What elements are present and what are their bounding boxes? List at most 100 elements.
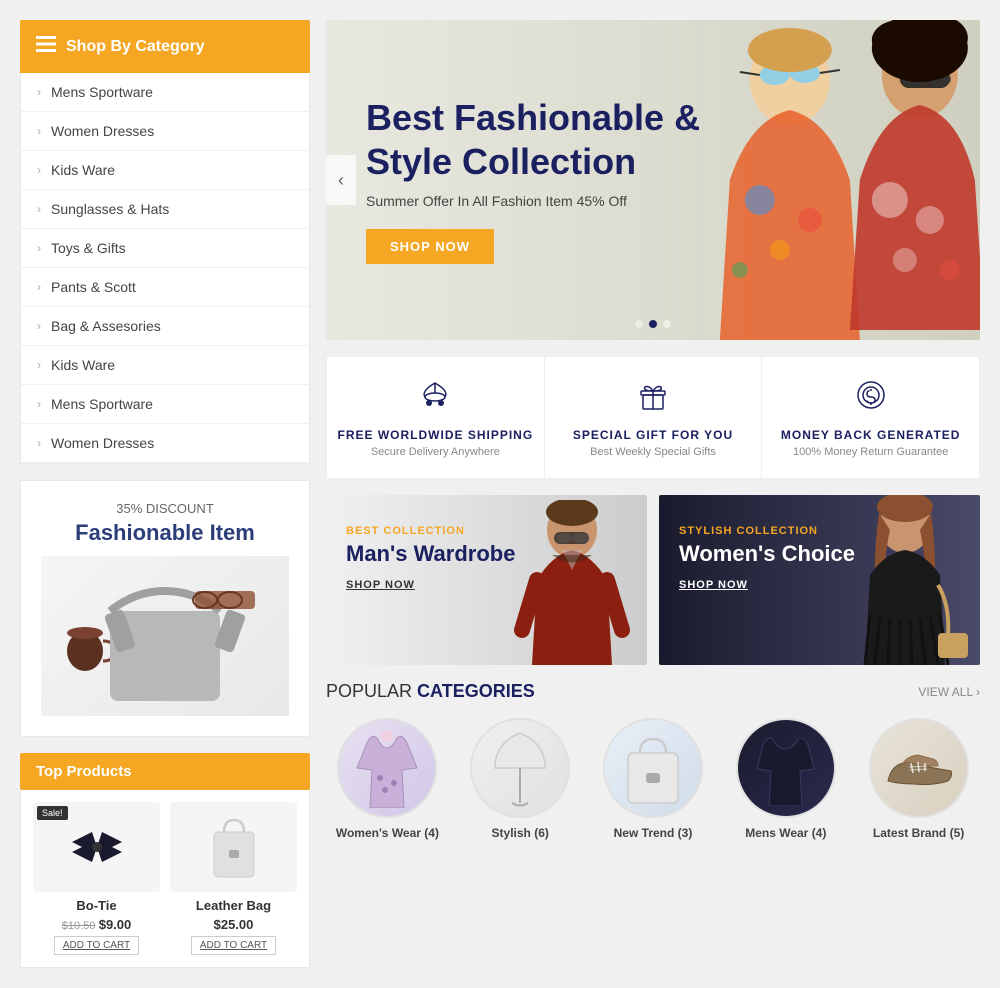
womens-wear-circle	[337, 718, 437, 818]
category-stylish[interactable]: Stylish (6)	[459, 718, 582, 840]
category-header-label: Shop By Category	[66, 38, 205, 56]
feature-shipping: FREE WORLDWIDE SHIPPING Secure Delivery …	[327, 357, 545, 478]
sidebar-item-label: Kids Ware	[51, 162, 115, 178]
gift-title: SPECIAL GIFT FOR YOU	[555, 428, 752, 442]
category-new-trend[interactable]: New Trend (3)	[592, 718, 715, 840]
latest-brand-label: Latest Brand (5)	[857, 826, 980, 840]
popular-header: POPULAR CATEGORIES VIEW ALL ›	[326, 681, 980, 702]
chevron-icon: ›	[37, 397, 41, 411]
banner-dots	[635, 320, 671, 328]
category-list: › Mens Sportware › Women Dresses › Kids …	[20, 73, 310, 464]
sidebar-item-label: Toys & Gifts	[51, 240, 126, 256]
add-to-cart-button-2[interactable]: ADD TO CART	[191, 936, 276, 955]
shipping-icon	[337, 377, 534, 420]
mens-model-image	[507, 500, 637, 665]
womens-shop-now-button[interactable]: SHOP NOW	[679, 579, 748, 591]
moneyback-icon	[772, 377, 969, 420]
category-womens-wear[interactable]: Women's Wear (4)	[326, 718, 449, 840]
features-row: FREE WORLDWIDE SHIPPING Secure Delivery …	[326, 356, 980, 479]
category-latest-brand[interactable]: Latest Brand (5)	[857, 718, 980, 840]
sidebar-item-women-dresses[interactable]: › Women Dresses	[21, 112, 309, 151]
shipping-title: FREE WORLDWIDE SHIPPING	[337, 428, 534, 442]
right-content: ‹ Best Fashionable &Style Collection Sum…	[326, 20, 980, 968]
hero-text: Best Fashionable &Style Collection Summe…	[326, 56, 740, 303]
sidebar-item-kids-ware-2[interactable]: › Kids Ware	[21, 346, 309, 385]
womens-wear-label: Women's Wear (4)	[326, 826, 449, 840]
top-products-label: Top Products	[36, 763, 132, 780]
feature-gift: SPECIAL GIFT FOR YOU Best Weekly Special…	[545, 357, 763, 478]
sidebar: Shop By Category › Mens Sportware › Wome…	[20, 20, 310, 968]
view-all-button[interactable]: VIEW ALL ›	[918, 685, 980, 699]
sidebar-item-women-dresses-2[interactable]: › Women Dresses	[21, 424, 309, 463]
mens-wear-label: Mens Wear (4)	[724, 826, 847, 840]
sidebar-item-mens-sportware[interactable]: › Mens Sportware	[21, 73, 309, 112]
menu-icon	[36, 34, 56, 59]
dot-2[interactable]	[649, 320, 657, 328]
sidebar-item-pants[interactable]: › Pants & Scott	[21, 268, 309, 307]
shoe-icon	[883, 741, 955, 796]
discount-box: 35% DISCOUNT Fashionable Item	[20, 480, 310, 737]
womens-collection-tag: STYLISH COLLECTION	[679, 525, 855, 537]
hero-subtitle: Summer Offer In All Fashion Item 45% Off	[366, 193, 700, 209]
sidebar-item-label: Mens Sportware	[51, 84, 153, 100]
chevron-icon: ›	[37, 241, 41, 255]
womens-model-image	[830, 495, 980, 665]
mens-collection-tag: BEST COLLECTION	[346, 525, 515, 537]
product-price-2: $25.00	[170, 917, 297, 932]
chevron-icon: ›	[37, 163, 41, 177]
mens-shop-now-button[interactable]: SHOP NOW	[346, 579, 415, 591]
discount-title: Fashionable Item	[41, 520, 289, 546]
discount-image	[41, 556, 289, 716]
discount-illustration	[55, 561, 275, 711]
shipping-desc: Secure Delivery Anywhere	[337, 446, 534, 458]
discount-label: 35% DISCOUNT	[41, 501, 289, 516]
hero-banner: ‹ Best Fashionable &Style Collection Sum…	[326, 20, 980, 340]
bag-icon	[618, 731, 688, 806]
sidebar-item-mens-sportware-2[interactable]: › Mens Sportware	[21, 385, 309, 424]
new-trend-circle	[603, 718, 703, 818]
gift-desc: Best Weekly Special Gifts	[555, 446, 752, 458]
sidebar-item-kids-ware-1[interactable]: › Kids Ware	[21, 151, 309, 190]
feature-moneyback: MONEY BACK GENERATED 100% Money Return G…	[762, 357, 979, 478]
womens-collection-text: STYLISH COLLECTION Women's Choice SHOP N…	[679, 525, 855, 591]
dot-1[interactable]	[635, 320, 643, 328]
stylish-circle	[470, 718, 570, 818]
chevron-icon: ›	[37, 358, 41, 372]
womens-collection-title: Women's Choice	[679, 541, 855, 567]
sidebar-item-sunglasses[interactable]: › Sunglasses & Hats	[21, 190, 309, 229]
mens-collection-card: BEST COLLECTION Man's Wardrobe SHOP NOW	[326, 495, 647, 665]
chevron-icon: ›	[37, 202, 41, 216]
bow-tie-icon	[67, 817, 127, 877]
chevron-icon: ›	[37, 319, 41, 333]
dot-3[interactable]	[663, 320, 671, 328]
product-name-2: Leather Bag	[170, 898, 297, 913]
popular-title: POPULAR CATEGORIES	[326, 681, 535, 702]
sidebar-item-label: Women Dresses	[51, 435, 154, 451]
product-image-1: Sale!	[33, 802, 160, 892]
moneyback-desc: 100% Money Return Guarantee	[772, 446, 969, 458]
sidebar-item-label: Mens Sportware	[51, 396, 153, 412]
add-to-cart-button-1[interactable]: ADD TO CART	[54, 936, 139, 955]
product-card-1: Sale! Bo-Tie $10.50 $9.00 ADD TO CART	[33, 802, 160, 955]
sidebar-item-bag[interactable]: › Bag & Assesories	[21, 307, 309, 346]
gift-icon	[555, 377, 752, 420]
category-mens-wear[interactable]: Mens Wear (4)	[724, 718, 847, 840]
hero-title: Best Fashionable &Style Collection	[366, 96, 700, 182]
categories-row: Women's Wear (4) Stylish (6)	[326, 718, 980, 840]
womens-model-svg	[830, 495, 980, 665]
product-image-2	[170, 802, 297, 892]
leather-bag-icon	[204, 812, 264, 882]
chevron-icon: ›	[37, 85, 41, 99]
sidebar-item-toys-gifts[interactable]: › Toys & Gifts	[21, 229, 309, 268]
product-card-2: Leather Bag $25.00 ADD TO CART	[170, 802, 297, 955]
products-grid: Sale! Bo-Tie $10.50 $9.00 ADD TO CART	[20, 790, 310, 968]
womens-wear-icon	[352, 728, 422, 808]
womens-collection-card: STYLISH COLLECTION Women's Choice SHOP N…	[659, 495, 980, 665]
sidebar-item-label: Sunglasses & Hats	[51, 201, 169, 217]
popular-categories-section: POPULAR CATEGORIES VIEW ALL ›	[326, 681, 980, 840]
shop-now-button[interactable]: SHOP NOW	[366, 229, 494, 264]
sale-badge: Sale!	[37, 806, 68, 820]
mens-wear-icon	[753, 731, 818, 806]
sidebar-item-label: Women Dresses	[51, 123, 154, 139]
sidebar-item-label: Pants & Scott	[51, 279, 136, 295]
